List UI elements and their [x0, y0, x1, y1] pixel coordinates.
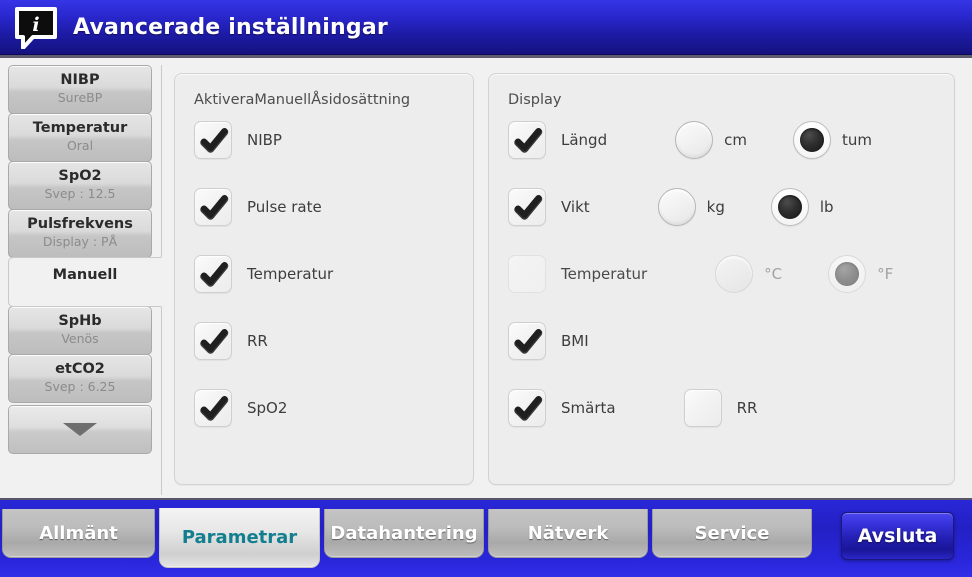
- radio-button[interactable]: [657, 188, 696, 226]
- tab-datahantering[interactable]: Datahantering: [324, 509, 484, 558]
- checkbox-label: RR: [736, 399, 758, 417]
- radio-button: [828, 255, 867, 293]
- display-row: Längd cm tum: [489, 119, 954, 161]
- manual-override-row: RR: [175, 320, 473, 362]
- radio-label: °C: [764, 265, 783, 283]
- display-row: Smärta RR: [489, 387, 954, 429]
- checkbox-rr[interactable]: [683, 389, 722, 427]
- display-row: BMI: [489, 320, 954, 362]
- manual-override-row: SpO2: [175, 387, 473, 429]
- tab-list: Allmänt Parametrar Datahantering Nätverk Ser…: [2, 508, 816, 568]
- radio-button: [715, 255, 754, 293]
- svg-text:i: i: [32, 14, 39, 36]
- sidebar-item-title: Pulsfrekvens: [27, 216, 133, 232]
- sidebar-item-subtitle: SureBP: [57, 90, 103, 105]
- radio-option-lb[interactable]: lb: [770, 188, 834, 226]
- manual-override-row: Temperatur: [175, 253, 473, 295]
- exit-button[interactable]: Avsluta: [841, 512, 954, 560]
- extra-checkbox-cell: RR: [683, 389, 758, 427]
- checkbox-langd[interactable]: [508, 121, 546, 159]
- display-title: Display: [508, 92, 562, 108]
- radio-label: kg: [706, 198, 725, 216]
- tab-allmant[interactable]: Allmänt: [2, 509, 155, 558]
- checkbox-label: Temperatur: [561, 265, 648, 283]
- window-title: Avancerade inställningar: [73, 15, 388, 40]
- sidebar-item-sphb[interactable]: SpHb Venös: [8, 306, 152, 355]
- radio-label: cm: [724, 131, 747, 149]
- sidebar-item-title: etCO2: [55, 361, 105, 377]
- checkbox-label: RR: [247, 332, 268, 350]
- sidebar-item-pulsfrekvens[interactable]: Pulsfrekvens Display : PÅ: [8, 209, 152, 258]
- display-row: Temperatur °C °F: [489, 253, 954, 295]
- sidebar-item-title: SpHb: [58, 313, 102, 329]
- radio-label: °F: [877, 265, 894, 283]
- sidebar-item-subtitle: Display : PÅ: [42, 234, 118, 249]
- radio-label: tum: [841, 131, 872, 149]
- checkbox-temperatur: [508, 255, 546, 293]
- checkbox-rr[interactable]: [194, 322, 232, 360]
- display-panel: Display Längd cm tum Vikt kg lb Temperatur °C °F…: [488, 73, 955, 485]
- sidebar-item-title: SpO2: [58, 168, 102, 184]
- checkbox-label: Smärta: [561, 399, 616, 417]
- radio-option-c: °C: [715, 255, 782, 293]
- settings-content: AktiveraManuellÅsidosättning NIBP Pulse r…: [162, 65, 964, 495]
- radio-button[interactable]: [675, 121, 714, 159]
- sidebar-item-subtitle: Svep : 6.25: [44, 379, 116, 394]
- tab-natverk[interactable]: Nätverk: [488, 509, 648, 558]
- checkbox-label: SpO2: [247, 399, 288, 417]
- sidebar-item-temperatur[interactable]: Temperatur Oral: [8, 113, 152, 162]
- checkbox-label: BMI: [561, 332, 589, 350]
- checkbox-pulse-rate[interactable]: [194, 188, 232, 226]
- radio-option-tum[interactable]: tum: [792, 121, 872, 159]
- sidebar-item-title: Manuell: [52, 267, 118, 283]
- sidebar-item-subtitle: Svep : 12.5: [44, 186, 116, 201]
- tab-service[interactable]: Service: [652, 509, 812, 558]
- tab-parametrar[interactable]: Parametrar: [159, 508, 320, 568]
- manual-override-title: AktiveraManuellÅsidosättning: [194, 92, 411, 108]
- radio-option-kg[interactable]: kg: [657, 188, 725, 226]
- sidebar-item-title: NIBP: [60, 72, 100, 88]
- sidebar-item-spo2[interactable]: SpO2 Svep : 12.5: [8, 161, 152, 210]
- title-bar: i Avancerade inställningar: [0, 0, 972, 55]
- checkbox-label: Pulse rate: [247, 198, 322, 216]
- manual-override-rows: NIBP Pulse rate Temperatur RR SpO2: [175, 119, 473, 454]
- radio-option-cm[interactable]: cm: [675, 121, 747, 159]
- manual-override-panel: AktiveraManuellÅsidosättning NIBP Pulse r…: [174, 73, 474, 485]
- sidebar-item-subtitle: Venös: [61, 331, 99, 346]
- advanced-settings-window: i Avancerade inställningar NIBP SureBP Tem…: [0, 0, 972, 577]
- sidebar-item-etco2[interactable]: etCO2 Svep : 6.25: [8, 354, 152, 403]
- sidebar-item-title: Temperatur: [32, 120, 128, 136]
- checkbox-spo2[interactable]: [194, 389, 232, 427]
- checkbox-temperatur[interactable]: [194, 255, 232, 293]
- display-row: Vikt kg lb: [489, 186, 954, 228]
- checkbox-label: NIBP: [247, 131, 282, 149]
- bottom-tab-bar: Allmänt Parametrar Datahantering Nätverk Ser…: [0, 498, 972, 577]
- checkbox-label: Längd: [561, 131, 608, 149]
- checkbox-label: Temperatur: [247, 265, 334, 283]
- checkbox-smarta[interactable]: [508, 389, 546, 427]
- radio-button[interactable]: [770, 188, 809, 226]
- checkbox-label: Vikt: [561, 198, 590, 216]
- radio-option-f: °F: [828, 255, 893, 293]
- settings-body: NIBP SureBP Temperatur Oral SpO2 Svep : 12.5 P…: [0, 55, 972, 498]
- parameter-sidebar: NIBP SureBP Temperatur Oral SpO2 Svep : 12.5 P…: [8, 65, 162, 495]
- radio-button[interactable]: [792, 121, 831, 159]
- checkbox-vikt[interactable]: [508, 188, 546, 226]
- checkbox-bmi[interactable]: [508, 322, 546, 360]
- chevron-down-icon: [63, 423, 97, 436]
- display-rows: Längd cm tum Vikt kg lb Temperatur °C °F BMI Smärt…: [489, 119, 954, 454]
- sidebar-scroll-down-button[interactable]: [8, 405, 152, 454]
- info-speech-bubble-icon: i: [13, 6, 59, 50]
- sidebar-item-subtitle: Oral: [66, 138, 94, 153]
- radio-label: lb: [819, 198, 834, 216]
- manual-override-row: NIBP: [175, 119, 473, 161]
- sidebar-item-manuell[interactable]: Manuell: [8, 257, 162, 307]
- sidebar-item-nibp[interactable]: NIBP SureBP: [8, 65, 152, 114]
- checkbox-nibp[interactable]: [194, 121, 232, 159]
- manual-override-row: Pulse rate: [175, 186, 473, 228]
